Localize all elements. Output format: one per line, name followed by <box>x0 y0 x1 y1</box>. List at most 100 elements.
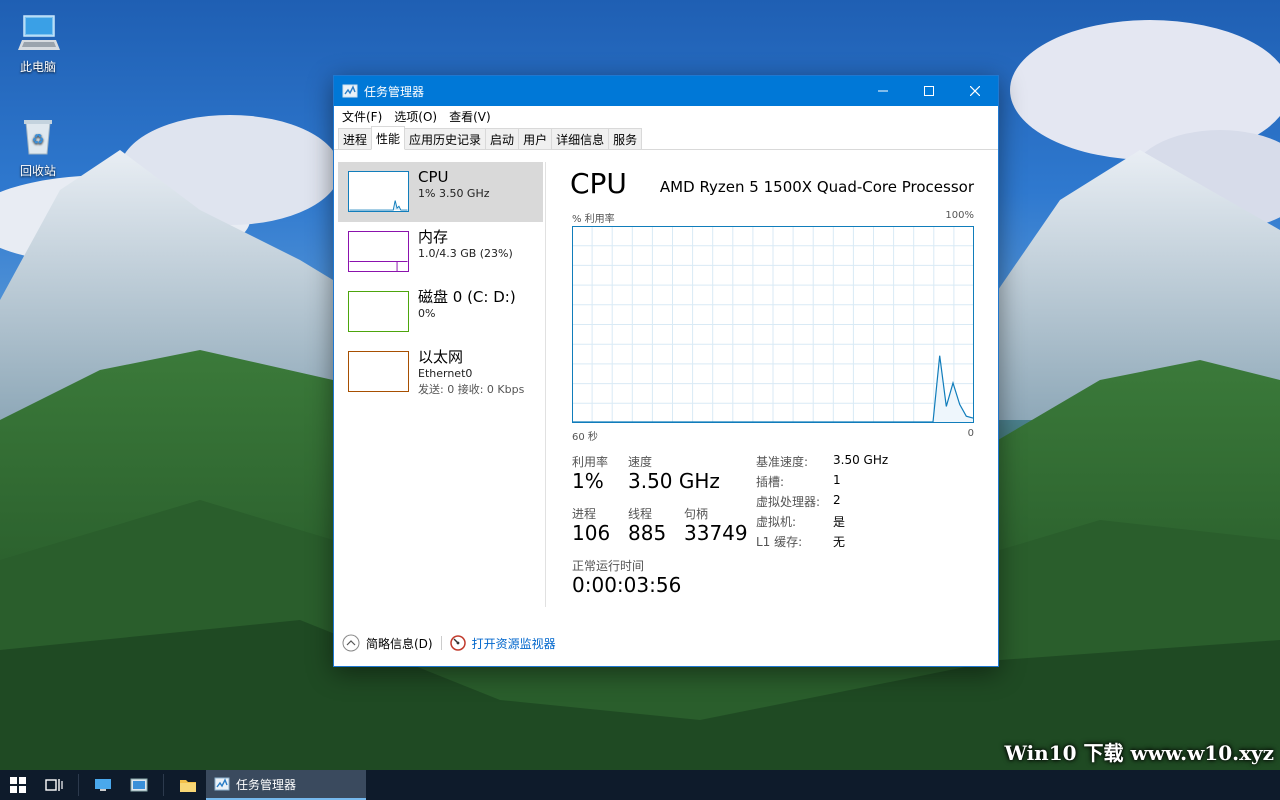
file-explorer-button[interactable] <box>170 770 206 800</box>
tab-performance[interactable]: 性能 <box>371 126 406 150</box>
x-left-label: 60 秒 <box>572 432 598 443</box>
spec-value: 3.50 GHz <box>833 453 889 467</box>
utilization-label: 利用率 <box>572 455 609 469</box>
recycle-bin-icon: ♻ <box>24 120 52 155</box>
menu-bar: 文件(F) 选项(O) 查看(V) <box>334 106 998 126</box>
x-right-label: 0 <box>967 428 974 439</box>
resource-name: 以太网 <box>418 348 464 366</box>
resource-value: 0% <box>418 307 436 320</box>
task-manager-icon <box>342 84 358 98</box>
title-bar[interactable]: 任务管理器 <box>334 76 998 106</box>
resource-value-secondary: 发送: 0 接收: 0 Kbps <box>418 383 525 396</box>
fewer-details-label: 简略信息(D) <box>366 636 433 651</box>
task-manager-icon <box>214 777 230 791</box>
utilization-value: 1% <box>572 469 604 493</box>
spec-value: 是 <box>833 515 846 529</box>
desktop-icon-label: 此电脑 <box>19 60 56 74</box>
window-title: 任务管理器 <box>364 84 425 99</box>
windows-logo-icon <box>10 777 26 793</box>
resource-monitor-icon <box>449 635 466 651</box>
spec-value: 2 <box>833 493 841 507</box>
performance-panel: CPU 1% 3.50 GHz 内存 1.0/4.3 GB (23%) 磁盘 0… <box>334 152 998 622</box>
tab-startup[interactable]: 启动 <box>485 128 520 149</box>
desktop-icon-recycle-bin[interactable]: ♻ 回收站 <box>2 114 74 179</box>
watermark: Win10 下载 www.w10.xyz <box>1004 741 1274 765</box>
taskbar: 任务管理器 <box>0 770 1280 800</box>
processes-value: 106 <box>572 521 611 545</box>
remote-desktop-button[interactable] <box>121 770 157 800</box>
taskbar-task-manager[interactable]: 任务管理器 <box>206 770 366 800</box>
open-resource-monitor-link[interactable]: 打开资源监视器 <box>449 635 556 652</box>
ethernet-thumbnail <box>348 351 409 392</box>
resource-value: 1.0/4.3 GB (23%) <box>418 247 513 260</box>
taskbar-separator <box>163 774 164 796</box>
footer-separator <box>440 636 442 650</box>
panel-divider <box>545 162 546 607</box>
handles-value: 33749 <box>684 521 748 545</box>
maximize-icon <box>924 86 934 96</box>
spec-value: 无 <box>833 535 846 549</box>
threads-value: 885 <box>628 521 667 545</box>
handles-label: 句柄 <box>684 507 709 521</box>
resource-item-disk[interactable]: 磁盘 0 (C: D:) 0% <box>338 282 543 342</box>
desktop-icon-label: 回收站 <box>19 164 56 178</box>
spec-value: 1 <box>833 473 841 487</box>
start-button[interactable] <box>0 770 36 800</box>
resource-item-memory[interactable]: 内存 1.0/4.3 GB (23%) <box>338 222 543 282</box>
monitor-icon <box>95 779 111 791</box>
resource-name: 内存 <box>418 228 449 246</box>
task-view-button[interactable] <box>36 770 72 800</box>
spec-key: 虚拟处理器: <box>756 495 821 509</box>
resource-name: 磁盘 0 (C: D:) <box>418 288 516 306</box>
resource-list: CPU 1% 3.50 GHz 内存 1.0/4.3 GB (23%) 磁盘 0… <box>338 162 543 402</box>
speed-label: 速度 <box>628 455 653 469</box>
desktop-icon-this-pc[interactable]: 此电脑 <box>2 10 74 75</box>
tab-strip: 进程 性能 应用历史记录 启动 用户 详细信息 服务 <box>334 126 998 150</box>
svg-text:♻: ♻ <box>32 132 45 148</box>
resource-name: CPU <box>418 168 449 186</box>
desktop-show-button[interactable] <box>85 770 121 800</box>
speed-value: 3.50 GHz <box>628 469 720 493</box>
task-manager-window: 任务管理器 文件(F) 选项(O) 查看(V) 进程 性能 应用历史记录 启动 … <box>333 75 999 667</box>
resource-monitor-label: 打开资源监视器 <box>471 636 556 651</box>
spec-key: 基准速度: <box>756 455 809 469</box>
y-max-label: 100% <box>945 210 974 221</box>
menu-file[interactable]: 文件(F) <box>338 108 386 125</box>
processes-label: 进程 <box>572 507 597 521</box>
menu-view[interactable]: 查看(V) <box>445 108 495 125</box>
menu-options[interactable]: 选项(O) <box>390 108 441 125</box>
fewer-details-button[interactable]: 简略信息(D) <box>342 634 433 652</box>
spec-key: L1 缓存: <box>756 535 803 549</box>
minimize-button[interactable] <box>860 76 906 106</box>
cpu-detail: CPU AMD Ryzen 5 1500X Quad-Core Processo… <box>570 152 980 622</box>
chevron-up-circle-icon <box>342 634 360 652</box>
close-button[interactable] <box>952 76 998 106</box>
cpu-thumbnail <box>348 171 409 212</box>
cpu-utilization-graph <box>572 226 974 423</box>
footer-bar: 简略信息(D) 打开资源监视器 <box>334 628 998 658</box>
taskbar-separator <box>78 774 79 796</box>
resource-value: Ethernet0 <box>418 367 473 380</box>
tab-details[interactable]: 详细信息 <box>551 128 610 149</box>
spec-key: 虚拟机: <box>756 515 797 529</box>
resource-item-cpu[interactable]: CPU 1% 3.50 GHz <box>338 162 543 222</box>
resource-value: 1% 3.50 GHz <box>418 187 490 200</box>
taskbar-app-label: 任务管理器 <box>236 777 297 792</box>
this-pc-icon <box>18 15 60 50</box>
tab-processes[interactable]: 进程 <box>338 128 373 149</box>
detail-title: CPU <box>570 167 627 200</box>
folder-icon <box>180 780 196 792</box>
tab-app-history[interactable]: 应用历史记录 <box>404 128 487 149</box>
remote-desktop-icon <box>130 778 148 792</box>
memory-thumbnail <box>348 231 409 272</box>
tab-users[interactable]: 用户 <box>518 128 553 149</box>
maximize-button[interactable] <box>906 76 952 106</box>
uptime-label: 正常运行时间 <box>572 559 645 573</box>
threads-label: 线程 <box>628 507 653 521</box>
tab-services[interactable]: 服务 <box>608 128 643 149</box>
spec-key: 插槽: <box>756 475 785 489</box>
resource-item-ethernet[interactable]: 以太网 Ethernet0 发送: 0 接收: 0 Kbps <box>338 342 543 402</box>
task-view-icon <box>45 779 63 791</box>
y-axis-label: % 利用率 <box>572 214 615 225</box>
uptime-value: 0:00:03:56 <box>572 573 682 597</box>
